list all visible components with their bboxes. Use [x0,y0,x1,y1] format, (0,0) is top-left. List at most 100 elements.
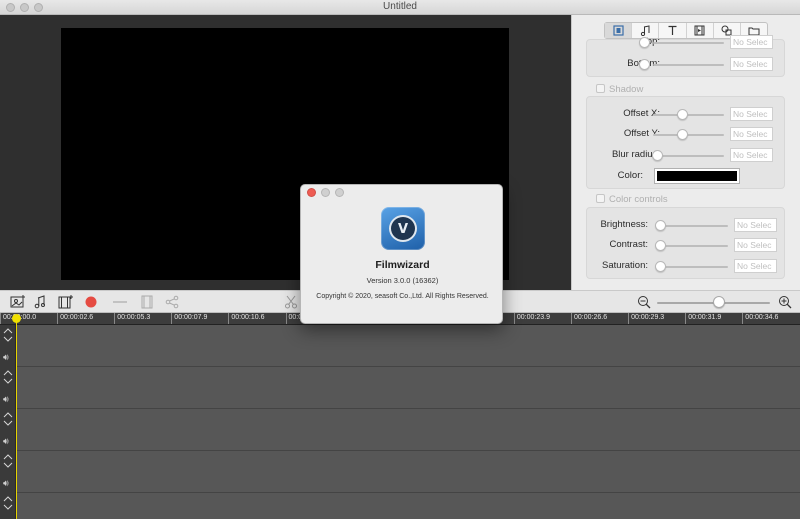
ruler-tick-label: 00:00:34.6 [742,313,778,324]
contrast-row: Contrast: No Selec [587,237,786,255]
offset-y-slider-track[interactable] [653,134,724,136]
track-header: 🔊︎ [0,493,16,519]
app-logo-icon: V [381,207,425,250]
ruler-tick-label: 00:00:31.9 [685,313,721,324]
zoom-out-icon [638,296,651,309]
saturation-slider-track[interactable] [657,266,728,268]
track-header: 🔊︎ [0,409,16,451]
record-icon [85,296,97,308]
timeline-track-row[interactable]: 🔊︎ [0,493,800,519]
brightness-slider-track[interactable] [657,225,728,227]
app-version: Version 3.0.0 (16362) [366,276,439,285]
offset-x-field[interactable]: No Selec [730,107,773,121]
color-controls-checkbox-box[interactable] [596,194,605,203]
contrast-slider-knob[interactable] [655,240,666,251]
app-copyright: Copyright © 2020, seasoft Co.,Ltd. All R… [316,293,489,300]
speaker-icon[interactable]: 🔊︎ [3,394,9,405]
about-minimize-button [321,188,330,197]
ruler-tick-label: 00:00:23.9 [513,313,550,324]
offset-y-field[interactable]: No Selec [730,127,773,141]
about-close-button[interactable] [307,188,316,197]
add-media-button[interactable] [9,294,27,310]
window-title: Untitled [383,1,417,12]
offset-x-slider-track[interactable] [653,114,724,116]
expand-collapse-icon[interactable] [2,496,14,510]
add-audio-button[interactable] [32,294,50,310]
expand-collapse-icon[interactable] [2,454,14,468]
shadow-checkbox[interactable]: Shadow [596,84,643,95]
timeline-track-row[interactable]: 🔊︎ [0,325,800,367]
saturation-slider-knob[interactable] [655,261,666,272]
blur-radius-field[interactable]: No Selec [730,148,773,162]
expand-collapse-icon[interactable] [2,412,14,426]
crop-top-slider-knob[interactable] [639,37,650,48]
filmstrip-button[interactable] [138,294,156,310]
filmstrip-icon [141,295,153,309]
zoom-slider-knob[interactable] [713,296,726,308]
crop-top-row: Top: No Selec [587,34,786,52]
app-window: Untitled Top: No Selec No Selec Shadow O… [0,0,800,519]
shadow-color-row: Color: [587,168,786,186]
brightness-field[interactable]: No Selec [734,218,777,232]
app-logo-mark: V [397,222,409,237]
record-button[interactable] [82,294,100,310]
split-line-icon [113,301,127,303]
ruler-tick-label: 00:00:26.6 [571,313,607,324]
share-button[interactable] [163,294,181,310]
playhead-line[interactable] [16,318,17,519]
blur-radius-slider-track[interactable] [653,155,724,157]
add-audio-icon [34,295,45,309]
crop-bottom-slider-track[interactable] [653,64,724,66]
saturation-row: Saturation: No Selec [587,258,786,276]
crop-group: Top: No Selec Bottom: No Selec [586,35,786,77]
saturation-field[interactable]: No Selec [734,259,777,273]
crop-bottom-field[interactable]: No Selec [730,57,773,71]
track-header: 🔊︎ [0,451,16,493]
blur-radius-slider-knob[interactable] [652,150,663,161]
color-controls-checkbox[interactable]: Color controls [596,194,668,205]
timeline-track-row[interactable]: 🔊︎ [0,367,800,409]
crop-top-slider-track[interactable] [653,42,724,44]
brightness-slider-knob[interactable] [655,220,666,231]
split-line-button[interactable] [111,294,129,310]
contrast-slider-track[interactable] [657,245,728,247]
crop-bottom-row: Bottom: No Selec [587,56,786,74]
offset-y-slider-knob[interactable] [677,129,688,140]
ruler-tick-label: 00:00:02.6 [57,313,93,324]
expand-collapse-icon[interactable] [2,370,14,384]
brightness-row: Brightness: No Selec [587,217,786,235]
ruler-tick-label: 00:00:05.3 [114,313,150,324]
ruler-tick-label: 00:00:10.6 [228,313,264,324]
blur-radius-row: Blur radius: No Selec [587,147,786,165]
track-header: 🔊︎ [0,367,16,409]
cut-button[interactable] [282,294,300,310]
timeline-track-row[interactable]: 🔊︎ [0,409,800,451]
timeline-track-row[interactable]: 🔊︎ [0,451,800,493]
timeline-tracks: 🔊︎ 🔊︎ 🔊︎ 🔊︎ 🔊︎ [0,325,800,519]
shadow-color-well[interactable] [654,168,740,184]
shadow-group: Offset X: No Selec Offset Y: No Selec Bl… [586,96,785,189]
offset-y-row: Offset Y: No Selec [587,126,786,144]
speaker-icon[interactable]: 🔊︎ [3,352,9,363]
speaker-icon[interactable]: 🔊︎ [3,436,9,447]
speaker-icon[interactable]: 🔊︎ [3,478,9,489]
crop-top-field[interactable]: No Selec [730,35,773,49]
ruler-tick-label: 00:00:07.9 [171,313,207,324]
about-dialog-title-bar [301,185,502,200]
offset-x-row: Offset X: No Selec [587,106,786,124]
zoom-in-icon [779,296,792,309]
shadow-checkbox-box[interactable] [596,84,605,93]
title-bar: Untitled [0,0,800,15]
expand-collapse-icon[interactable] [2,328,14,342]
zoom-in-button[interactable] [776,294,794,310]
about-zoom-button [335,188,344,197]
offset-x-slider-knob[interactable] [677,109,688,120]
inspector-panel: Top: No Selec Bottom: No Selec Shadow Of… [571,15,800,290]
crop-bottom-slider-knob[interactable] [639,59,650,70]
add-media-icon [10,295,25,308]
ruler-tick-label: 00:00:29.3 [628,313,664,324]
playhead-handle[interactable] [12,314,21,323]
contrast-field[interactable]: No Selec [734,238,777,252]
add-clip-button[interactable] [57,294,75,310]
zoom-out-button[interactable] [635,294,653,310]
